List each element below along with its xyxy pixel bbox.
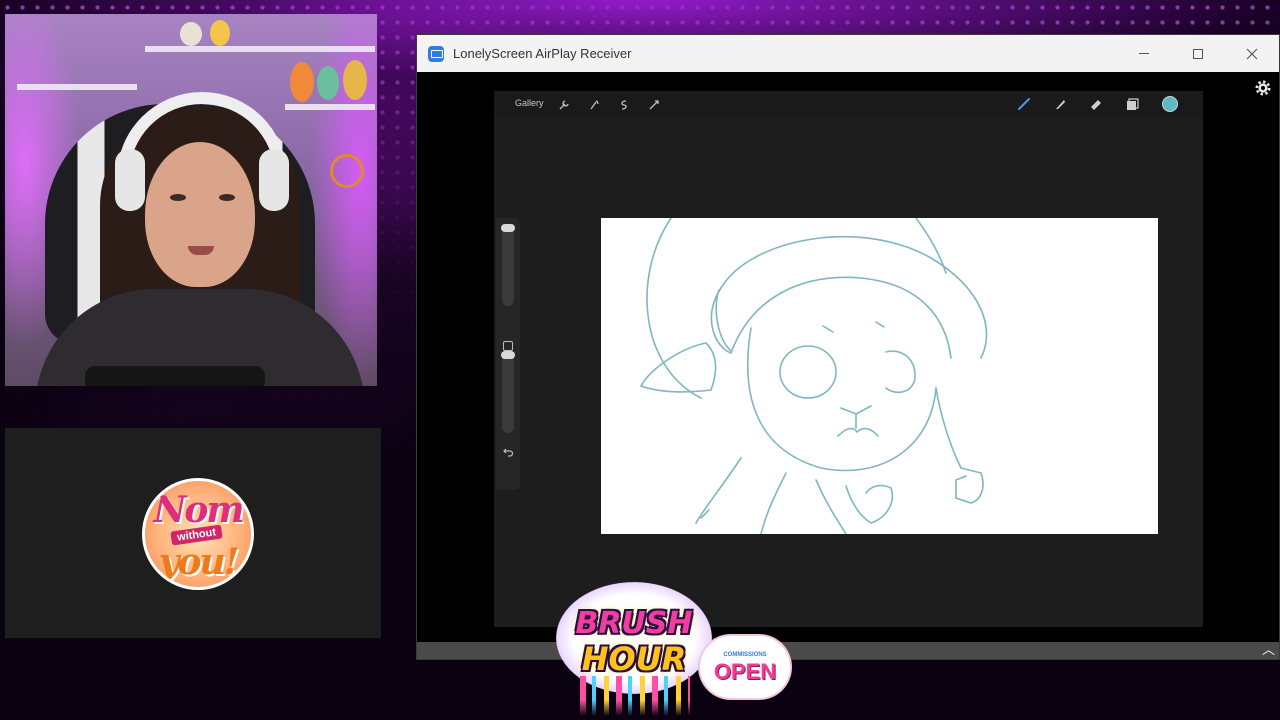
logo-text: you!	[158, 541, 240, 583]
logo-text: Nom	[153, 489, 244, 531]
webcam-plush-toy	[290, 62, 314, 102]
maximize-button[interactable]	[1171, 35, 1225, 72]
brush-hour-text: HOUR	[581, 640, 687, 678]
webcam-ring-light	[330, 154, 364, 188]
webcam-headphone-cup	[115, 149, 145, 211]
eraser-icon[interactable]	[1088, 96, 1104, 112]
window-title: LonelyScreen AirPlay Receiver	[453, 46, 632, 61]
procreate-toolbar: Gallery	[494, 91, 1203, 117]
close-icon	[1246, 48, 1258, 59]
gallery-button[interactable]: Gallery	[515, 98, 544, 108]
webcam-shelf	[17, 84, 137, 90]
mirrored-screen-area: Gallery	[417, 72, 1279, 642]
brush-hour-text: BRUSH	[575, 606, 693, 641]
magic-wand-icon[interactable]	[588, 98, 600, 110]
minimize-button[interactable]	[1117, 35, 1171, 72]
procreate-app: Gallery	[494, 91, 1203, 627]
wrench-icon[interactable]	[558, 98, 570, 110]
channel-logo: Nom without you!	[142, 478, 254, 590]
settings-gear-icon[interactable]	[1253, 78, 1273, 98]
drawing-canvas[interactable]	[601, 218, 1158, 534]
opacity-slider-thumb[interactable]	[501, 351, 515, 359]
color-picker-swatch[interactable]	[1162, 96, 1178, 112]
chevron-up-icon[interactable]: ︿	[1262, 643, 1275, 657]
webcam-microphone	[85, 366, 265, 386]
close-button[interactable]	[1225, 35, 1279, 72]
maximize-icon	[1193, 48, 1203, 59]
window-titlebar[interactable]: LonelyScreen AirPlay Receiver	[417, 35, 1279, 72]
webcam-shelf	[145, 46, 375, 52]
webcam-shelf	[285, 104, 375, 110]
webcam-plush-toy	[180, 22, 202, 46]
open-label: OPEN	[713, 659, 777, 684]
horizontal-scrollbar[interactable]: ︿	[417, 642, 1279, 659]
undo-icon[interactable]	[502, 446, 514, 458]
webcam-headphone-cup	[259, 149, 289, 211]
stream-logo-panel: Nom without you!	[5, 428, 381, 638]
commissions-label: COMMISSIONS	[723, 652, 767, 658]
modify-button[interactable]	[503, 341, 513, 351]
transform-icon[interactable]	[648, 98, 660, 110]
webcam-feed	[5, 14, 377, 386]
layers-icon[interactable]	[1124, 96, 1140, 112]
minimize-icon	[1139, 53, 1149, 54]
paint-drips	[580, 676, 690, 716]
airplay-receiver-window: LonelyScreen AirPlay Receiver Gallery ︿	[416, 34, 1280, 660]
smudge-icon[interactable]	[1052, 96, 1068, 112]
brush-icon[interactable]	[1016, 96, 1032, 112]
webcam-plush-toy	[317, 66, 339, 100]
webcam-plush-toy	[343, 60, 367, 100]
window-controls	[1117, 35, 1279, 72]
brush-size-slider-thumb[interactable]	[501, 224, 515, 232]
webcam-plush-toy	[210, 20, 230, 46]
procreate-sidebar	[496, 218, 520, 490]
lonelyscreen-app-icon	[428, 45, 444, 62]
opacity-slider[interactable]	[501, 351, 515, 433]
sketch-drawing	[639, 218, 988, 534]
selection-icon[interactable]	[618, 98, 630, 110]
brush-size-slider[interactable]	[501, 224, 515, 306]
